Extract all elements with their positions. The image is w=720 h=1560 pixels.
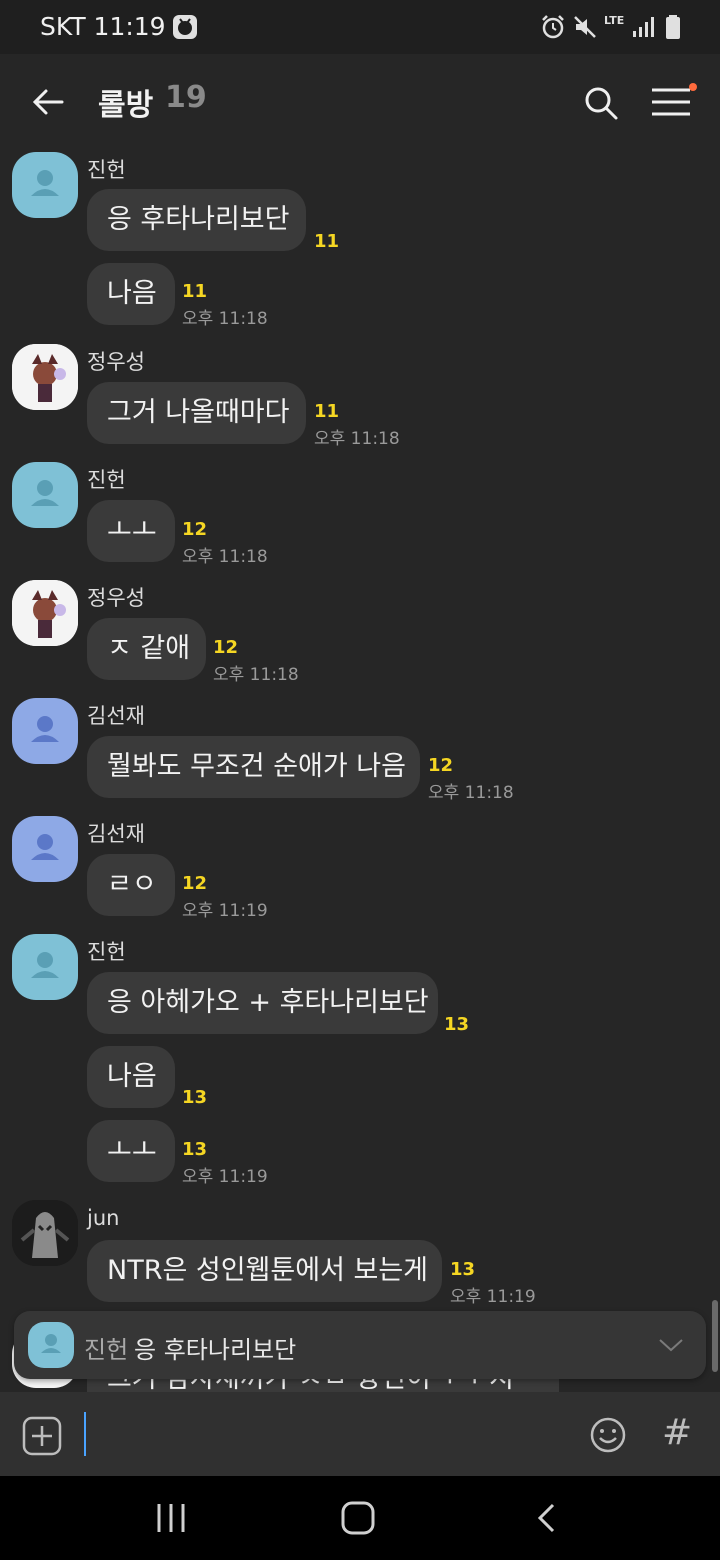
message-time: 오후 11:18 xyxy=(182,547,268,567)
avatar[interactable] xyxy=(12,344,78,410)
default-profile-icon xyxy=(31,952,59,978)
unread-count: 12 xyxy=(182,519,208,540)
sender-name: 정우성 xyxy=(87,350,145,374)
avatar[interactable] xyxy=(12,580,78,646)
sender-name: 진헌 xyxy=(87,468,126,492)
default-profile-icon xyxy=(31,480,59,506)
plus-box-icon[interactable] xyxy=(22,1416,62,1456)
status-bar: SKT 11:19 LTE xyxy=(0,0,720,54)
avatar xyxy=(28,1322,74,1368)
chat-room-title: 롤방 xyxy=(98,88,154,123)
default-profile-icon xyxy=(31,170,59,196)
text-cursor xyxy=(84,1412,86,1456)
banner-sender-name: 진헌 xyxy=(84,1336,129,1364)
battery-icon xyxy=(666,15,680,39)
message-bubble[interactable]: 뭘봐도 무조건 순애가 나음 xyxy=(87,736,420,798)
sender-name: jun xyxy=(87,1206,120,1230)
message-time: 오후 11:19 xyxy=(182,901,268,921)
chat-header: 롤방 19 xyxy=(0,54,720,150)
avatar[interactable] xyxy=(12,934,78,1000)
latest-message-banner[interactable]: 진헌 응 후타나리보단 xyxy=(14,1311,706,1379)
message-time: 오후 11:19 xyxy=(182,1167,268,1187)
unread-count: 11 xyxy=(314,231,340,252)
unread-count: 13 xyxy=(182,1087,208,1108)
chevron-down-icon[interactable] xyxy=(658,1335,684,1355)
message-bubble[interactable]: 그거 나올때마다 xyxy=(87,382,306,444)
mute-icon xyxy=(574,16,596,38)
arrow-left-icon[interactable] xyxy=(30,84,66,120)
profile-photo-icon xyxy=(12,580,78,646)
avatar[interactable] xyxy=(12,152,78,218)
unread-count: 12 xyxy=(428,755,454,776)
message-input[interactable] xyxy=(80,1402,570,1466)
unread-count: 11 xyxy=(182,281,208,302)
system-nav-bar xyxy=(0,1476,720,1560)
recents-icon[interactable] xyxy=(156,1502,186,1534)
status-carrier-time: SKT 11:19 xyxy=(40,12,166,41)
search-icon[interactable] xyxy=(582,84,620,122)
default-profile-icon xyxy=(31,834,59,860)
message-time: 오후 11:18 xyxy=(428,783,514,803)
message-time: 오후 11:18 xyxy=(182,309,268,329)
app-notification-icon xyxy=(173,15,197,39)
message-bubble[interactable]: 나음 xyxy=(87,1046,175,1108)
unread-count: 11 xyxy=(314,401,340,422)
sender-name: 정우성 xyxy=(87,586,145,610)
unread-count: 12 xyxy=(213,637,239,658)
message-bubble[interactable]: ㅈ 같애 xyxy=(87,618,206,680)
alarm-icon xyxy=(542,15,564,39)
sender-name: 진헌 xyxy=(87,158,126,182)
back-chevron-icon[interactable] xyxy=(535,1502,557,1534)
smiley-icon[interactable] xyxy=(589,1416,627,1454)
home-icon[interactable] xyxy=(340,1500,376,1536)
sender-name: 김선재 xyxy=(87,822,145,846)
signal-icon xyxy=(633,17,654,37)
message-bubble[interactable]: NTR은 성인웹툰에서 보는게 xyxy=(87,1240,442,1302)
sender-name: 진헌 xyxy=(87,940,126,964)
sender-name: 김선재 xyxy=(87,704,145,728)
message-time: 오후 11:19 xyxy=(450,1287,536,1307)
unread-count: 13 xyxy=(450,1259,476,1280)
message-time: 오후 11:18 xyxy=(314,429,400,449)
message-bubble[interactable]: 응 후타나리보단 xyxy=(87,189,306,251)
message-input-bar: # xyxy=(0,1392,720,1476)
network-type-label: LTE xyxy=(604,14,625,27)
message-bubble[interactable]: 응 아헤가오 + 후타나리보단 xyxy=(87,972,438,1034)
default-profile-icon xyxy=(41,1334,61,1353)
unread-count: 13 xyxy=(444,1014,470,1035)
scrollbar-thumb[interactable] xyxy=(712,1300,718,1372)
message-bubble[interactable]: ㅗㅗ xyxy=(87,500,175,562)
banner-message-text: 응 후타나리보단 xyxy=(134,1336,297,1364)
profile-photo-icon xyxy=(12,344,78,410)
member-count: 19 xyxy=(165,80,207,115)
hamburger-menu-icon[interactable] xyxy=(650,84,692,120)
message-time: 오후 11:18 xyxy=(213,665,299,685)
avatar[interactable] xyxy=(12,816,78,882)
message-bubble[interactable]: ㄹㅇ xyxy=(87,854,175,916)
avatar[interactable] xyxy=(12,698,78,764)
avatar[interactable] xyxy=(12,462,78,528)
message-bubble[interactable]: 나음 xyxy=(87,263,175,325)
new-badge-dot xyxy=(689,83,697,91)
default-profile-icon xyxy=(31,716,59,742)
hash-button[interactable]: # xyxy=(662,1412,692,1453)
profile-photo-icon xyxy=(12,1200,78,1266)
avatar[interactable] xyxy=(12,1200,78,1266)
unread-count: 13 xyxy=(182,1139,208,1160)
message-bubble[interactable]: ㅗㅗ xyxy=(87,1120,175,1182)
unread-count: 12 xyxy=(182,873,208,894)
